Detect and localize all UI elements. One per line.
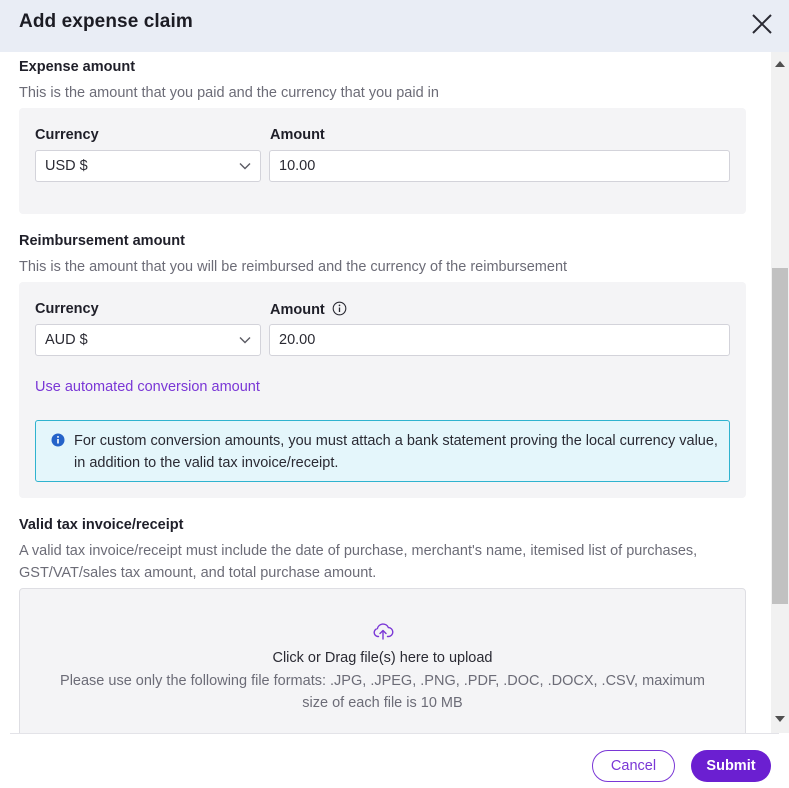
reimbursement-amount-description: This is the amount that you will be reim… xyxy=(19,259,568,275)
expense-amount-description: This is the amount that you paid and the… xyxy=(19,85,439,101)
reimbursement-amount-input[interactable]: 20.00 xyxy=(269,324,730,356)
cancel-button[interactable]: Cancel xyxy=(592,750,675,782)
chevron-down-icon xyxy=(239,337,251,344)
upload-title: Click or Drag file(s) here to upload xyxy=(272,650,493,666)
expense-amount-input[interactable]: 10.00 xyxy=(269,150,730,182)
expense-amount-value: 10.00 xyxy=(279,158,316,174)
tax-invoice-title: Valid tax invoice/receipt xyxy=(19,517,184,533)
reimbursement-amount-panel: Currency AUD $ Amount 20.00 Use automate… xyxy=(19,282,746,498)
tax-invoice-description: A valid tax invoice/receipt must include… xyxy=(19,543,698,581)
dialog-body: Expense amount This is the amount that y… xyxy=(0,52,771,733)
chevron-down-icon xyxy=(239,163,251,170)
file-upload-dropzone[interactable]: Click or Drag file(s) here to upload Ple… xyxy=(19,588,746,733)
vertical-scrollbar[interactable] xyxy=(771,52,789,733)
scroll-up-arrow-icon[interactable] xyxy=(775,61,785,67)
dialog-header: Add expense claim xyxy=(0,0,789,52)
info-icon xyxy=(51,433,65,447)
dialog-title: Add expense claim xyxy=(19,11,193,32)
custom-conversion-info-alert: For custom conversion amounts, you must … xyxy=(35,420,730,482)
reimbursement-amount-label: Amount xyxy=(270,301,347,318)
footer-divider xyxy=(10,733,779,734)
info-message: For custom conversion amounts, you must … xyxy=(74,433,718,471)
expense-currency-label: Currency xyxy=(35,127,99,143)
expense-amount-panel: Currency USD $ Amount 10.00 xyxy=(19,108,746,214)
info-circle-icon[interactable] xyxy=(332,301,347,316)
reimbursement-currency-value: AUD $ xyxy=(45,332,88,348)
close-icon xyxy=(752,14,772,34)
reimbursement-currency-select[interactable]: AUD $ xyxy=(35,324,261,356)
submit-button[interactable]: Submit xyxy=(691,750,771,782)
close-button[interactable] xyxy=(748,10,776,38)
expense-amount-title: Expense amount xyxy=(19,59,136,75)
expense-amount-label: Amount xyxy=(270,127,325,143)
reimbursement-amount-title: Reimbursement amount xyxy=(19,233,185,249)
upload-format-hint: Please use only the following file forma… xyxy=(60,673,705,711)
scrollbar-thumb[interactable] xyxy=(772,268,788,604)
use-automated-conversion-link[interactable]: Use automated conversion amount xyxy=(35,379,260,395)
reimbursement-amount-value: 20.00 xyxy=(279,332,316,348)
cloud-upload-icon xyxy=(373,623,394,640)
expense-currency-select[interactable]: USD $ xyxy=(35,150,261,182)
reimbursement-currency-label: Currency xyxy=(35,301,99,317)
scroll-down-arrow-icon[interactable] xyxy=(775,716,785,722)
expense-currency-value: USD $ xyxy=(45,158,88,174)
reimbursement-amount-label-text: Amount xyxy=(270,302,325,318)
